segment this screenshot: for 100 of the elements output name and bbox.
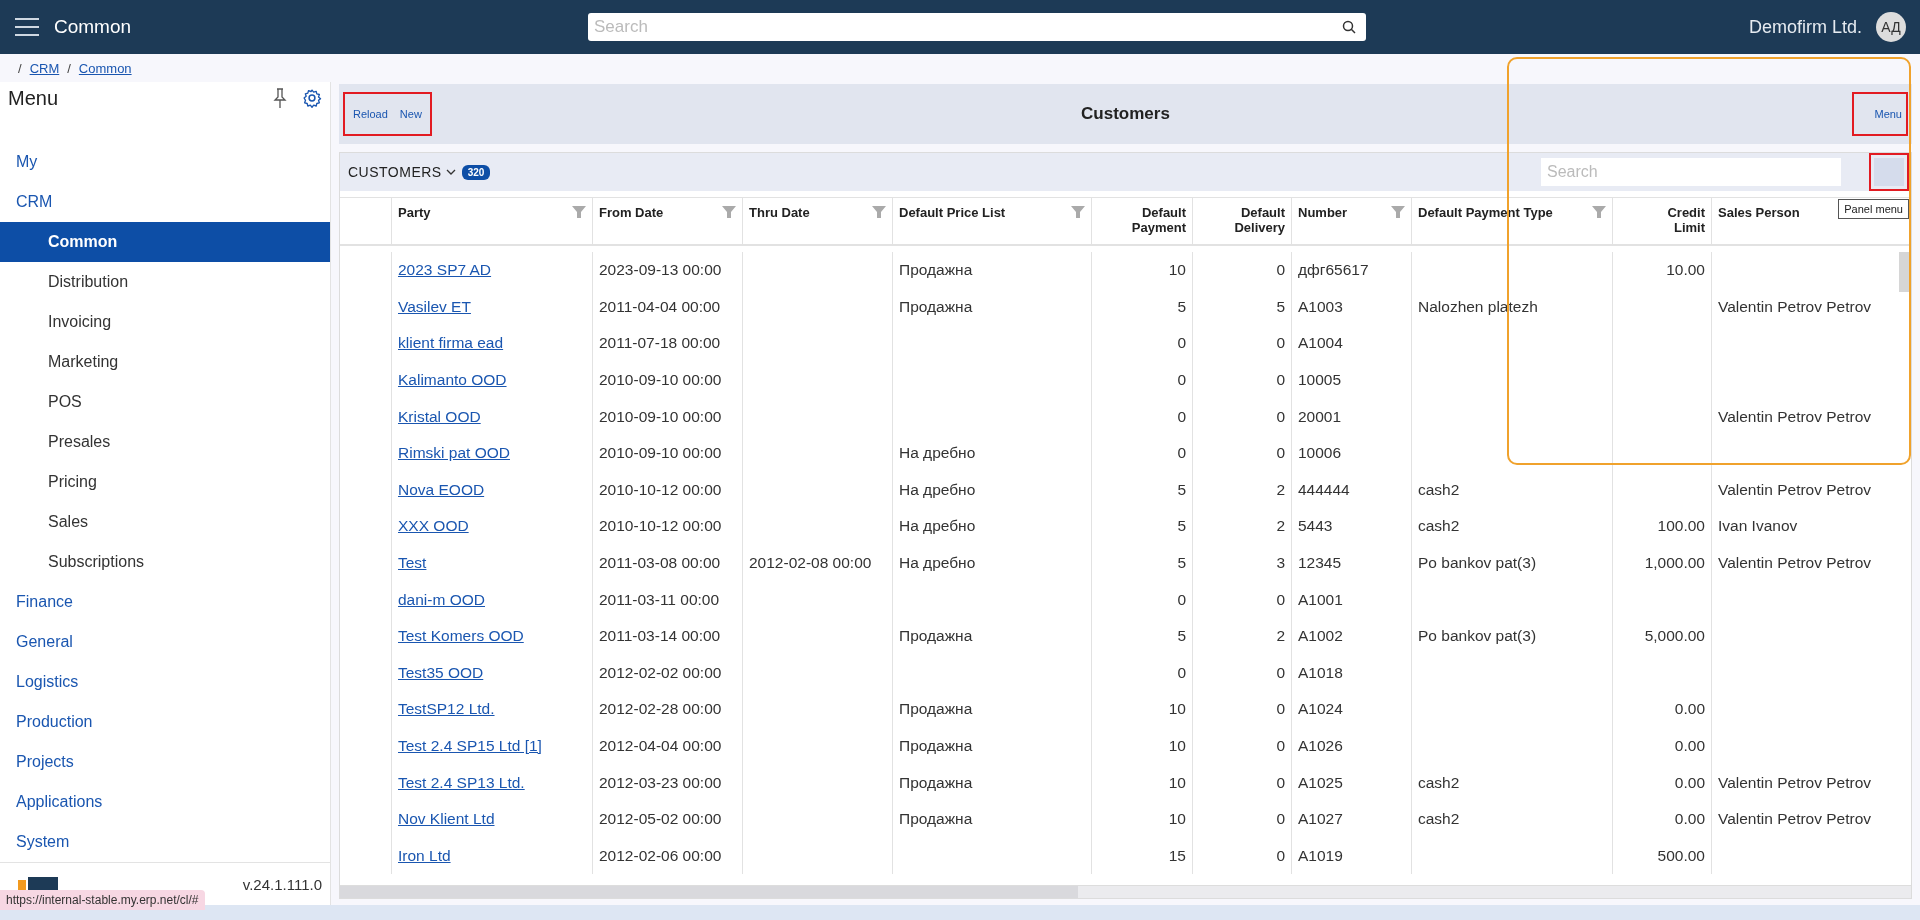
menu-item[interactable]: Applications	[0, 782, 330, 822]
table-cell: Продажна	[892, 727, 1091, 765]
column-header[interactable]: Party	[398, 205, 431, 237]
chevron-icon	[445, 168, 456, 176]
app-title: Common	[54, 16, 133, 38]
filter-icon[interactable]	[572, 205, 586, 219]
table-cell: 2010-10-12 00:00	[592, 471, 742, 509]
party-link[interactable]: dani-m OOD	[398, 590, 485, 609]
menu-item[interactable]: Subscriptions	[0, 542, 330, 582]
table-cell: 2012-02-02 00:00	[592, 654, 742, 692]
table-cell: 10.00	[1612, 252, 1711, 289]
grid-title-dropdown[interactable]: CUSTOMERS	[348, 164, 456, 180]
toolbar-link[interactable]: New	[399, 106, 422, 122]
table-cell: 0	[1192, 581, 1291, 618]
toolbar-link[interactable]: Reload	[353, 106, 388, 122]
table-cell: 2011-07-18 00:00	[592, 325, 742, 362]
party-link[interactable]: Vasilev ET	[398, 297, 471, 316]
table-cell: 5	[1091, 508, 1192, 545]
party-link[interactable]: Iron Ltd	[398, 846, 451, 865]
column-header[interactable]: Number	[1298, 205, 1348, 237]
table-cell: 2011-03-14 00:00	[592, 617, 742, 655]
party-link[interactable]: Test 2.4 SP13 Ltd.	[398, 773, 525, 792]
table-cell: A1019	[1291, 837, 1411, 875]
menu-item[interactable]: Production	[0, 702, 330, 742]
party-link[interactable]: Nov Klient Ltd	[398, 810, 495, 829]
table-cell: Valentin Petrov Petrov	[1711, 471, 1897, 509]
menu-item[interactable]: Finance	[0, 582, 330, 622]
search-field[interactable]: Search	[588, 13, 1366, 41]
party-link[interactable]: XXX OOD	[398, 517, 469, 536]
breadcrumb-link[interactable]: CRM	[29, 60, 60, 76]
table-cell: 0	[1091, 361, 1192, 399]
menu-item[interactable]: Pricing	[0, 462, 330, 502]
user-avatar[interactable]: АД	[1876, 12, 1906, 42]
column-header[interactable]: Default Price List	[899, 205, 1006, 237]
table-cell: 5443	[1291, 508, 1411, 545]
table-cell: Valentin Petrov Petrov	[1711, 800, 1897, 838]
filter-icon[interactable]	[872, 205, 886, 219]
party-link[interactable]: Test 2.4 SP15 Ltd [1]	[398, 737, 542, 755]
table-cell: 2011-03-11 00:00	[592, 581, 742, 618]
filter-icon[interactable]	[722, 205, 736, 219]
table-cell: Ivan Ivanov	[1711, 508, 1897, 545]
table-cell: 444444	[1291, 471, 1411, 509]
column-header[interactable]: Default Payment	[1116, 205, 1186, 237]
grid-search-field[interactable]: Search	[1541, 158, 1841, 186]
column-header[interactable]: Sales Person	[1718, 205, 1800, 237]
party-link[interactable]: Test	[398, 554, 427, 573]
table-cell: 0	[1091, 398, 1192, 435]
menu-icon[interactable]	[14, 17, 40, 37]
party-link[interactable]: Rimski pat OOD	[398, 444, 510, 463]
company-name[interactable]: Demofirm Ltd.	[1748, 16, 1862, 38]
menu-item[interactable]: System	[0, 822, 330, 862]
table-cell: 5	[1091, 544, 1192, 582]
column-header[interactable]: Thru Date	[749, 205, 810, 237]
menu-item[interactable]: Invoicing	[0, 302, 330, 342]
table-cell: 10006	[1291, 434, 1411, 472]
table-cell: A1004	[1291, 325, 1411, 362]
menu-item[interactable]: Projects	[0, 742, 330, 782]
table-cell: 10	[1091, 800, 1192, 838]
column-header[interactable]: Credit Limit	[1635, 205, 1705, 237]
menu-item[interactable]: Marketing	[0, 342, 330, 382]
table-cell: 0.00	[1612, 764, 1711, 801]
table-cell: 2010-09-10 00:00	[592, 434, 742, 472]
scrollbar[interactable]	[1899, 252, 1909, 292]
table-cell: 10	[1091, 691, 1192, 728]
breadcrumb-link[interactable]: Common	[78, 60, 132, 76]
party-link[interactable]: klient firma ead	[398, 334, 504, 353]
table-cell: 2012-05-02 00:00	[592, 800, 742, 838]
menu-item[interactable]: Presales	[0, 422, 330, 462]
party-link[interactable]: Test Komers OOD	[398, 627, 524, 646]
party-link[interactable]: TestSP12 Ltd.	[398, 700, 495, 719]
menu-item[interactable]: Distribution	[0, 262, 330, 302]
menu-item[interactable]: My	[0, 142, 330, 182]
menu-item[interactable]: Sales	[0, 502, 330, 542]
party-link[interactable]: 2023 SP7 AD	[398, 261, 492, 280]
menu-item[interactable]: General	[0, 622, 330, 662]
menu-item[interactable]: POS	[0, 382, 330, 422]
menu-link[interactable]: Menu	[1874, 106, 1902, 122]
menu-item[interactable]: Logistics	[0, 662, 330, 702]
column-header[interactable]: From Date	[599, 205, 664, 237]
column-header[interactable]: Default Delivery	[1215, 205, 1285, 237]
table-cell: Valentin Petrov Petrov	[1711, 398, 1897, 435]
scrollbar[interactable]	[340, 886, 1078, 898]
filter-icon[interactable]	[1592, 205, 1606, 219]
menu-item[interactable]: CRM	[0, 182, 330, 222]
party-link[interactable]: Kristal OOD	[398, 407, 481, 426]
table-cell: На дребно	[892, 508, 1091, 545]
table-cell: На дребно	[892, 544, 1091, 582]
party-link[interactable]: Nova EOOD	[398, 480, 485, 499]
settings-icon[interactable]	[302, 87, 322, 109]
table-cell: 1,000.00	[1612, 544, 1711, 582]
table-cell: 2012-04-04 00:00	[592, 727, 742, 765]
filter-icon[interactable]	[1071, 205, 1085, 219]
party-link[interactable]: Kalimanto OOD	[398, 371, 507, 390]
table-cell: 0	[1091, 654, 1192, 692]
table-cell: 0	[1192, 252, 1291, 289]
party-link[interactable]: Test35 OOD	[398, 663, 484, 682]
table-cell: 0	[1192, 800, 1291, 838]
filter-icon[interactable]	[1391, 205, 1405, 219]
table-cell: 2010-10-12 00:00	[592, 508, 742, 545]
menu-item[interactable]: Common	[0, 222, 330, 262]
